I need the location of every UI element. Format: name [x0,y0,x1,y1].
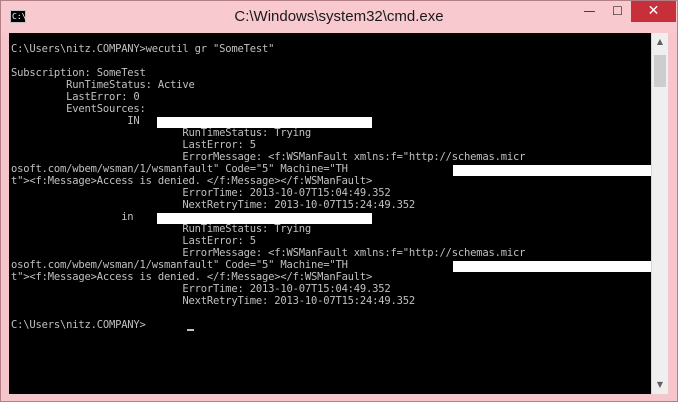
title-bar[interactable]: C:\ C:\Windows\system32\cmd.exe — ☐ ✕ [1,1,677,33]
text-cursor [187,329,194,331]
console-line: LastError: 5 [11,235,256,247]
minimize-button[interactable]: — [575,1,604,22]
close-button[interactable]: ✕ [631,1,676,22]
console-line: t"><f:Message>Access is denied. </f:Mess… [11,271,373,283]
console-line: LastError: 5 [11,139,256,151]
redaction-block [157,117,372,128]
console-line: osoft.com/wbem/wsman/1/wsmanfault" Code=… [11,259,348,271]
console-line: Subscription: SomeTest [11,67,146,79]
console-line: LastError: 0 [11,91,140,103]
maximize-button[interactable]: ☐ [604,1,631,22]
console-line: NextRetryTime: 2013-10-07T15:24:49.352 [11,199,416,211]
vertical-scrollbar[interactable]: ▲ ▼ [651,33,668,394]
scroll-down-arrow-icon[interactable]: ▼ [652,376,668,393]
console-line: IN [11,115,140,127]
console-line: RunTimeStatus: Trying [11,127,311,139]
console-line: t"><f:Message>Access is denied. </f:Mess… [11,175,373,187]
console-line: EventSources: [11,103,146,115]
console-line: C:\Users\nitz.COMPANY>wecutil gr "SomeTe… [11,43,275,55]
console-output[interactable]: C:\Users\nitz.COMPANY>wecutil gr "SomeTe… [9,33,651,394]
console-line: C:\Users\nitz.COMPANY> [11,319,146,331]
console-line: ErrorMessage: <f:WSManFault xmlns:f="htt… [11,151,526,163]
console-line: ErrorMessage: <f:WSManFault xmlns:f="htt… [11,247,526,259]
scroll-thumb[interactable] [654,55,666,87]
console-line: RunTimeStatus: Trying [11,223,311,235]
console-line: osoft.com/wbem/wsman/1/wsmanfault" Code=… [11,163,348,175]
redaction-block [453,165,651,176]
console-line: in [11,211,134,223]
cmd-window: C:\ C:\Windows\system32\cmd.exe — ☐ ✕ C:… [0,0,678,402]
console-line: RunTimeStatus: Active [11,79,195,91]
redaction-block [453,261,651,272]
redaction-block [157,213,372,224]
console-line: NextRetryTime: 2013-10-07T15:24:49.352 [11,295,416,307]
scroll-up-arrow-icon[interactable]: ▲ [652,33,668,50]
console-line: ErrorTime: 2013-10-07T15:04:49.352 [11,187,391,199]
console-line: ErrorTime: 2013-10-07T15:04:49.352 [11,283,391,295]
